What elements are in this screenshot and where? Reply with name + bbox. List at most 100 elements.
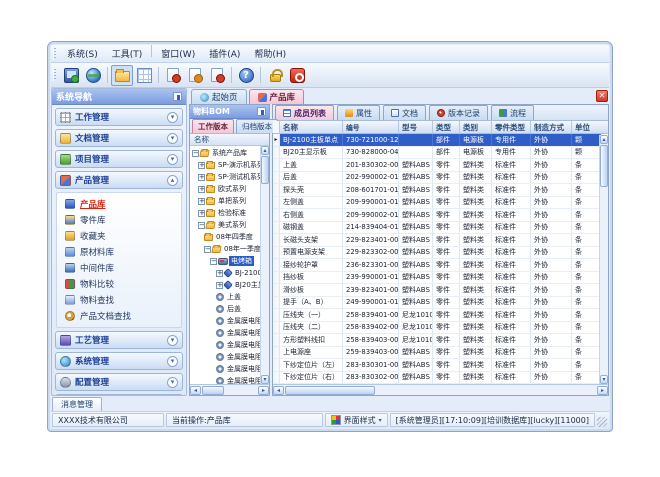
tree-expander[interactable]: −: [210, 258, 217, 265]
table-view-button[interactable]: [133, 65, 155, 86]
pin-icon[interactable]: [173, 92, 182, 101]
tree-node[interactable]: 后盖: [190, 303, 269, 315]
tree-node[interactable]: 金属膜电阻器: [190, 315, 269, 327]
scroll-thumb[interactable]: [261, 156, 269, 184]
tab-workflow[interactable]: 流程: [491, 105, 534, 120]
tree-node[interactable]: + 单把系列: [190, 195, 269, 207]
tab-member-list[interactable]: 成员列表: [275, 105, 334, 120]
sidebar-item-parts-library[interactable]: 零件库: [65, 212, 181, 228]
close-tab-button[interactable]: ✕: [596, 90, 608, 102]
tree-expander[interactable]: +: [216, 270, 223, 277]
menu-drag-grip[interactable]: [53, 48, 56, 60]
tree-expander[interactable]: +: [198, 198, 205, 205]
column-header[interactable]: 编号: [343, 121, 399, 133]
tree-node[interactable]: 金属膜电阻器: [190, 375, 269, 384]
exit-button[interactable]: [286, 65, 308, 86]
sidebar-section-work[interactable]: 工作管理 ▾: [55, 108, 183, 126]
column-header[interactable]: 类型: [433, 121, 460, 133]
table-vertical-scrollbar[interactable]: ▴ ▾: [599, 135, 608, 384]
tree-node[interactable]: + BJ20主显示板: [190, 279, 269, 291]
scroll-right-icon[interactable]: ▸: [258, 386, 269, 395]
tree-vertical-scrollbar[interactable]: ▴ ▾: [260, 146, 269, 384]
help-button[interactable]: ?: [235, 65, 257, 86]
column-header[interactable]: 型号: [399, 121, 433, 133]
tree-expander[interactable]: −: [192, 150, 199, 157]
pin-icon[interactable]: [257, 107, 266, 116]
menu-tools[interactable]: 工具(T): [105, 45, 150, 62]
sidebar-item-intermediate-parts[interactable]: 中间件库: [65, 260, 181, 276]
下纱定位片（右）[interactable]: 下纱定位片（右） 283-830302-00I 塑料ABS 零件 塑料类 标准件…: [273, 372, 599, 385]
lock-button[interactable]: [264, 65, 286, 86]
右侧盖[interactable]: 右侧盖 209-990002-01I 塑料ABS 零件 塑料类 标准件 外协 条: [273, 209, 599, 222]
BJ-2100主板单点[interactable]: ▸ BJ-2100主板单点 730-721000-12I 部件 电源板 专用件 …: [273, 134, 599, 147]
menu-system[interactable]: 系统(S): [60, 45, 105, 62]
chevron-up-icon[interactable]: ▴: [167, 175, 178, 186]
方形塑料线扣[interactable]: 方形塑料线扣 258-839403-00I 尼龙1010 零件 塑料类 标准件 …: [273, 334, 599, 347]
scroll-thumb[interactable]: [600, 145, 608, 187]
压线夹（二）[interactable]: 压线夹（二） 258-839402-00I 尼龙1010 零件 塑料类 标准件 …: [273, 322, 599, 335]
sidebar-item-raw-materials[interactable]: 原材料库: [65, 244, 181, 260]
sidebar-section-system[interactable]: 系统管理 ▾: [55, 352, 183, 370]
menu-separator[interactable]: [151, 45, 152, 57]
下纱定位片（左）[interactable]: 下纱定位片（左） 283-830301-00I 塑料ABS 零件 塑料类 标准件…: [273, 359, 599, 372]
menu-plugins[interactable]: 插件(A): [202, 45, 247, 62]
scroll-up-icon[interactable]: ▴: [600, 135, 608, 144]
后盖[interactable]: 后盖 202-990002-01I 塑料ABS 零件 塑料类 标准件 外协 条: [273, 172, 599, 185]
scroll-thumb[interactable]: [202, 386, 224, 395]
tree-node[interactable]: + SP-测试机系列: [190, 171, 269, 183]
tree-expander[interactable]: +: [198, 162, 205, 169]
sidebar-section-configuration[interactable]: 配置管理 ▾: [55, 373, 183, 391]
chevron-down-icon[interactable]: ▾: [167, 112, 178, 123]
toolbar-separator[interactable]: [260, 67, 261, 83]
长磁头支架[interactable]: 长磁头支架 229-823401-00I 塑料ABS 零件 塑料类 标准件 外协…: [273, 234, 599, 247]
chevron-down-icon[interactable]: ▾: [167, 356, 178, 367]
resize-grip[interactable]: [597, 417, 607, 427]
tree-expander[interactable]: +: [198, 186, 205, 193]
tab-documents[interactable]: 文档: [383, 105, 426, 120]
磁钢盖[interactable]: 磁钢盖 214-839404-01I 塑料ABS 零件 塑料类 标准件 外协 条: [273, 222, 599, 235]
tree-expander[interactable]: +: [198, 174, 205, 181]
上电源座[interactable]: 上电源座 259-839403-00I 塑料ABS 零件 塑料类 标准件 外协 …: [273, 347, 599, 360]
network-button[interactable]: [82, 65, 104, 86]
滑纱板[interactable]: 滑纱板 239-823401-00I 塑料ABS 零件 塑料类 标准件 外协 条: [273, 284, 599, 297]
chevron-down-icon[interactable]: ▾: [167, 377, 178, 388]
sidebar-section-projects[interactable]: 项目管理 ▾: [55, 150, 183, 168]
tree-node[interactable]: 金属膜电阻器: [190, 339, 269, 351]
tree-node[interactable]: + 欧式系列: [190, 183, 269, 195]
scroll-left-icon[interactable]: ◂: [190, 386, 201, 395]
tree-expander[interactable]: −: [204, 246, 211, 253]
tree-node[interactable]: − 美式系列: [190, 219, 269, 231]
column-header[interactable]: 零件类型: [492, 121, 531, 133]
document-edit-button[interactable]: [184, 65, 206, 86]
接纱轮护罩[interactable]: 接纱轮护罩 236-823301-00I 塑料ABS 零件 塑料类 标准件 外协…: [273, 259, 599, 272]
tab-version-history[interactable]: 版本记录: [429, 105, 488, 120]
tree-node[interactable]: 上盖: [190, 291, 269, 303]
tab-archived-version[interactable]: 归档版本: [236, 119, 278, 133]
document-delete-button[interactable]: [162, 65, 184, 86]
scroll-left-icon[interactable]: ◂: [273, 386, 284, 395]
sidebar-item-material-search[interactable]: 物料查找: [65, 292, 181, 308]
预置电源支架[interactable]: 预置电源支架 229-823302-00I 塑料ABS 零件 塑料类 标准件 外…: [273, 247, 599, 260]
toolbar-separator[interactable]: [158, 67, 159, 83]
tab-working-version[interactable]: 工作版本: [192, 119, 234, 133]
chevron-down-icon[interactable]: ▾: [167, 133, 178, 144]
tab-message-management[interactable]: 消息管理: [52, 397, 102, 411]
scroll-down-icon[interactable]: ▾: [600, 375, 608, 384]
sidebar-item-favorites[interactable]: 收藏夹: [65, 228, 181, 244]
open-library-button[interactable]: [111, 65, 133, 86]
tree-node[interactable]: 金属膜电阻器: [190, 363, 269, 375]
sidebar-section-products[interactable]: 产品管理 ▴: [55, 171, 183, 189]
tree-node[interactable]: − 电烤箱: [190, 255, 269, 267]
sidebar-section-documents[interactable]: 文档管理 ▾: [55, 129, 183, 147]
tree-node[interactable]: 金属膜电阻器: [190, 351, 269, 363]
tree-node[interactable]: + 检验标准: [190, 207, 269, 219]
workspace-button[interactable]: [60, 65, 82, 86]
column-header[interactable]: 单位: [572, 121, 599, 133]
toolbar-separator[interactable]: [107, 67, 108, 83]
ui-style-dropdown[interactable]: 界面样式 ▾: [325, 413, 388, 427]
tree-node[interactable]: 金属膜电阻器: [190, 327, 269, 339]
tab-product-library[interactable]: 产品库: [249, 89, 305, 104]
tab-properties[interactable]: 属性: [337, 105, 380, 120]
chevron-down-icon[interactable]: ▾: [167, 154, 178, 165]
column-header[interactable]: 制造方式: [531, 121, 572, 133]
